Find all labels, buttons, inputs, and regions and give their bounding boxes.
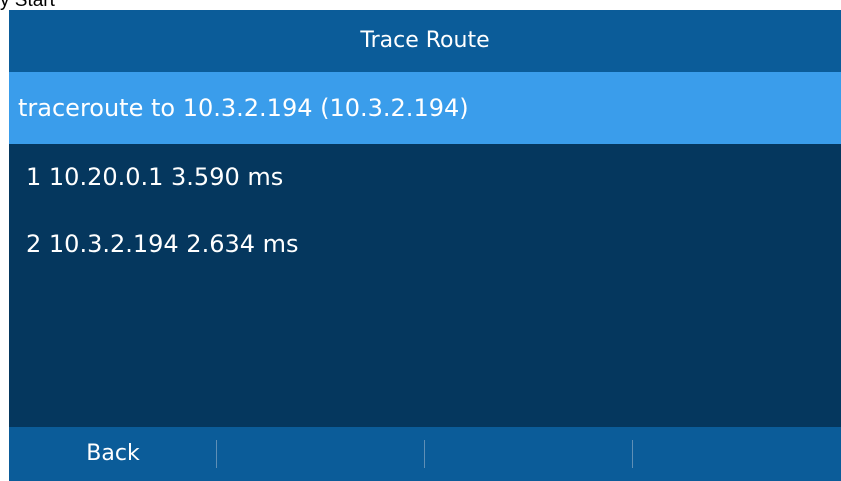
softkey-bar: Back — [9, 427, 841, 481]
softkey-3[interactable] — [425, 427, 633, 481]
list-item[interactable]: 2 10.3.2.194 2.634 ms — [9, 211, 841, 278]
softkey-4[interactable] — [633, 427, 841, 481]
trace-result-list[interactable]: traceroute to 10.3.2.194 (10.3.2.194) 1 … — [9, 72, 841, 278]
softkey-2[interactable] — [217, 427, 425, 481]
screen-title: Trace Route — [9, 10, 841, 72]
list-item[interactable]: 1 10.20.0.1 3.590 ms — [9, 144, 841, 211]
list-item-selected[interactable]: traceroute to 10.3.2.194 (10.3.2.194) — [9, 72, 841, 144]
phone-screen: Trace Route traceroute to 10.3.2.194 (10… — [9, 10, 841, 481]
back-softkey[interactable]: Back — [9, 427, 217, 481]
